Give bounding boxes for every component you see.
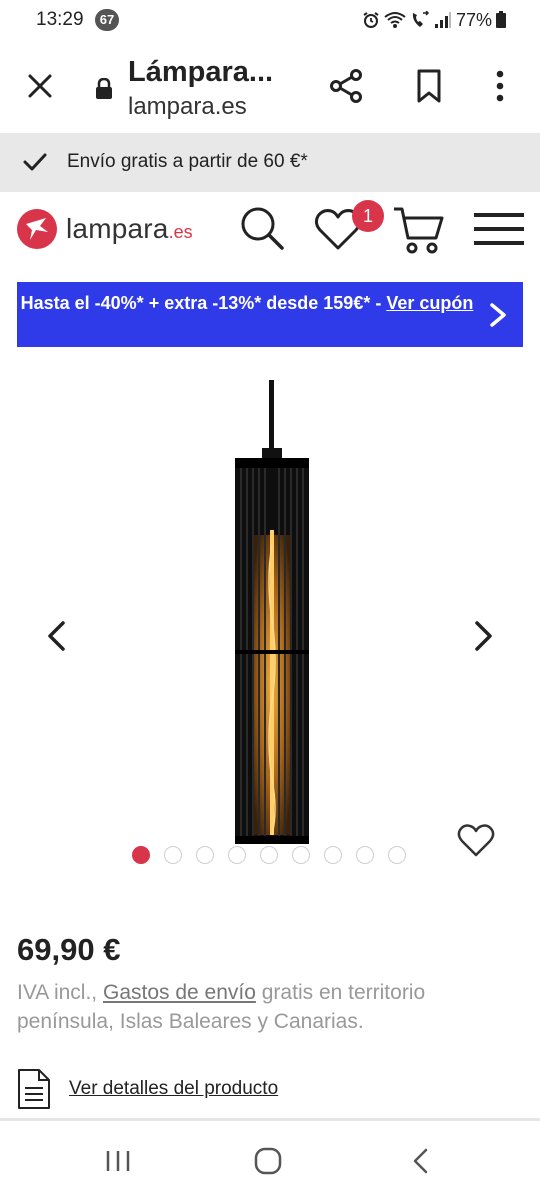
gallery-dot[interactable] bbox=[292, 846, 310, 864]
gallery-dot[interactable] bbox=[388, 846, 406, 864]
wifi-icon bbox=[384, 12, 406, 28]
search-icon[interactable] bbox=[238, 204, 286, 252]
product-details-link[interactable]: Ver detalles del producto bbox=[69, 1078, 278, 1100]
battery-percent: 77% bbox=[455, 9, 492, 30]
product-image-pendant-lamp[interactable] bbox=[222, 380, 322, 870]
notification-count-badge: 67 bbox=[95, 9, 119, 31]
gallery-dot[interactable] bbox=[260, 846, 278, 864]
gallery-dot[interactable] bbox=[132, 846, 150, 864]
shipping-banner-text: Envío gratis a partir de 60 €* bbox=[67, 151, 308, 172]
promo-text: Hasta el -40%* + extra -13%* desde 159€*… bbox=[20, 293, 387, 313]
gallery-dot[interactable] bbox=[228, 846, 246, 864]
product-price: 69,90 € bbox=[17, 932, 121, 967]
status-time: 13:29 bbox=[36, 9, 84, 30]
promo-coupon-link[interactable]: Ver cupón bbox=[386, 293, 473, 313]
logo-tld: .es bbox=[168, 222, 193, 242]
recent-apps-icon[interactable] bbox=[104, 1149, 132, 1173]
page-title: Lámpara... bbox=[128, 56, 274, 88]
home-icon[interactable] bbox=[254, 1147, 282, 1175]
shipping-banner: Envío gratis a partir de 60 €* bbox=[0, 133, 540, 192]
promo-banner[interactable]: Hasta el -40%* + extra -13%* desde 159€*… bbox=[17, 282, 523, 347]
logo-text: lampara bbox=[66, 213, 169, 244]
back-icon[interactable] bbox=[410, 1147, 430, 1175]
chevron-right-icon[interactable] bbox=[489, 302, 507, 328]
product-gallery[interactable] bbox=[0, 360, 540, 880]
signal-icon bbox=[434, 12, 451, 28]
gallery-prev-icon[interactable] bbox=[44, 620, 68, 652]
call-icon bbox=[412, 11, 430, 27]
alarm-icon bbox=[363, 12, 379, 28]
share-icon[interactable] bbox=[328, 68, 364, 104]
favorite-heart-icon[interactable] bbox=[456, 822, 496, 858]
battery-icon bbox=[496, 11, 506, 28]
gallery-dot[interactable] bbox=[196, 846, 214, 864]
product-details-row[interactable]: Ver detalles del producto bbox=[17, 1068, 278, 1110]
bookmark-icon[interactable] bbox=[414, 68, 444, 104]
lampara-logo-icon bbox=[17, 209, 57, 249]
close-icon[interactable] bbox=[24, 70, 56, 102]
tax-shipping-info: IVA incl., Gastos de envío gratis en ter… bbox=[17, 978, 517, 1036]
status-bar: 13:29 67 77% bbox=[0, 0, 540, 40]
gallery-next-icon[interactable] bbox=[472, 620, 496, 652]
gallery-dot[interactable] bbox=[356, 846, 374, 864]
logo-wordmark: lampara.es bbox=[66, 213, 193, 245]
page-url[interactable]: lampara.es bbox=[128, 93, 247, 121]
document-icon bbox=[18, 1069, 50, 1109]
promo-text-block: Hasta el -40%* + extra -13%* desde 159€*… bbox=[17, 291, 477, 316]
system-nav-bar bbox=[0, 1121, 540, 1200]
site-logo[interactable]: lampara.es bbox=[16, 208, 193, 250]
shipping-costs-link[interactable]: Gastos de envío bbox=[103, 981, 256, 1004]
browser-toolbar: Lámpara... lampara.es bbox=[0, 40, 540, 133]
menu-hamburger-icon[interactable] bbox=[474, 212, 524, 246]
tax-prefix: IVA incl., bbox=[17, 981, 103, 1004]
check-icon bbox=[23, 153, 47, 171]
status-icons: 77% bbox=[362, 9, 506, 31]
lock-icon bbox=[96, 78, 112, 99]
cart-icon[interactable] bbox=[392, 204, 446, 256]
gallery-dot[interactable] bbox=[164, 846, 182, 864]
wishlist-count-badge: 1 bbox=[352, 200, 384, 232]
site-header: lampara.es bbox=[0, 192, 540, 272]
more-options-icon[interactable] bbox=[492, 68, 508, 104]
gallery-dot[interactable] bbox=[324, 846, 342, 864]
gallery-pagination bbox=[132, 846, 406, 864]
